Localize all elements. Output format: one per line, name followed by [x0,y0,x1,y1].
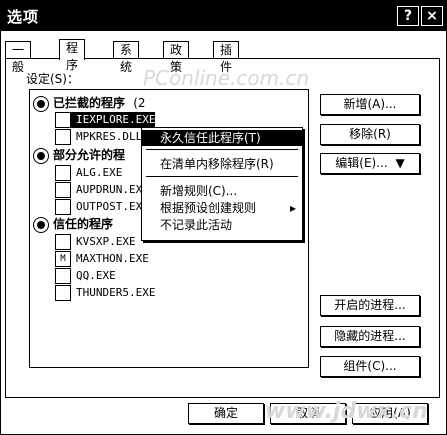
menu-separator [146,149,298,150]
shield-icon [33,95,49,112]
menu-ignore-activity[interactable]: 不记录此活动 [142,217,302,233]
menu-create-from-preset[interactable]: 根据预设创建规则 ▸ [142,200,302,216]
ok-button[interactable]: 确定 [188,403,264,424]
tab-system[interactable]: 系统 [113,41,140,74]
context-menu: 永久信任此程序(T) 在清单内移除程序(R) 新增规则(C)... 根据预设创建… [141,127,303,241]
list-item[interactable]: THUNDER5.EXE [55,285,155,301]
list-item[interactable]: AUPDRUN.EX [55,182,142,198]
watermark-bottom: www.jdwx.cn [265,399,428,424]
menu-separator [146,176,298,177]
group-blocked-label: 已拦截的程序 [53,96,126,110]
list-item[interactable]: QQ.EXE [55,268,116,284]
file-icon [55,165,71,181]
list-item[interactable]: MPKRES.DLL [55,129,142,145]
add-button[interactable]: 新增(A)... [320,94,420,115]
group-trusted[interactable]: 信任的程序 [33,215,113,233]
browser-icon: M [55,251,71,267]
submenu-arrow-icon: ▸ [289,201,296,215]
globe-icon: e [55,112,71,128]
help-button[interactable]: ? [397,6,419,26]
list-item[interactable]: KVSXP.EXE [55,234,136,250]
menu-create-from-preset-label: 根据预设创建规则 [160,201,257,215]
tab-policy[interactable]: 政策 [163,41,190,74]
components-button[interactable]: 组件(C)... [320,356,420,377]
group-trusted-label: 信任的程序 [53,217,114,231]
list-item[interactable]: M MAXTHON.EXE [55,251,149,267]
edit-button-label: 编辑(E)... [335,156,388,170]
file-icon [55,234,71,250]
menu-trust-forever[interactable]: 永久信任此程序(T) [142,130,302,146]
group-blocked[interactable]: 已拦截的程序 (2 [33,94,146,112]
list-item[interactable]: OUTPOST.EX [55,199,142,215]
list-item[interactable]: ALG.EXE [55,165,122,181]
tab-general[interactable]: 一般 [5,41,32,74]
group-blocked-count: (2 [133,96,146,110]
open-processes-button[interactable]: 开启的进程... [320,295,420,316]
chevron-down-icon: ▼ [395,156,405,170]
remove-button[interactable]: 移除(R) [320,124,420,145]
shield-icon [33,216,49,233]
menu-new-rule[interactable]: 新增规则(C)... [142,183,302,199]
hidden-processes-button[interactable]: 隐藏的进程... [320,326,420,347]
window-title: 选项 [7,8,40,26]
watermark-top: PConline.com.cn [143,66,310,90]
menu-remove-from-list[interactable]: 在清单内移除程序(R) [142,156,302,172]
list-item[interactable]: e IEXPLORE.EXE [55,112,156,128]
title-bar: 选项 ? × [1,1,446,31]
tab-programs[interactable]: 程序 [59,39,86,72]
lock-icon [55,199,71,215]
close-button[interactable]: × [421,6,443,26]
file-icon [55,129,71,145]
group-partial-label: 部分允许的程 [53,148,126,162]
edit-button[interactable]: 编辑(E)... ▼ [320,153,420,174]
group-partial[interactable]: 部分允许的程 [33,146,125,164]
tab-plugins[interactable]: 插件 [213,41,240,74]
penguin-icon [55,268,71,284]
shield-icon [33,147,49,164]
thunder-icon [55,285,71,301]
file-icon [55,182,71,198]
